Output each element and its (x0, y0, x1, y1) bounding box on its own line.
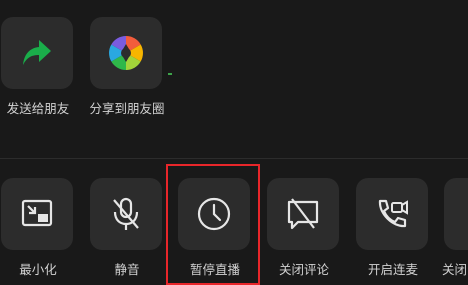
share-to-moments-tile[interactable] (90, 17, 162, 89)
enable-co-host-label: 开启连麦 (367, 262, 418, 277)
close-comments-tile[interactable] (267, 178, 339, 250)
phone-video-icon (378, 199, 408, 228)
partial-icon (461, 195, 468, 233)
comment-off-icon (287, 198, 319, 230)
share-to-moments-label: 分享到朋友圈 (89, 101, 165, 116)
enable-co-host-option[interactable]: 开启连麦 (355, 178, 445, 285)
send-to-friend-tile[interactable] (1, 17, 73, 89)
live-share-panel: 发送给朋友 分享到朋友圈 最小化 静音 暂停直播 关闭评论 开启连麦 关闭 (0, 0, 468, 285)
minimize-window-icon (21, 199, 53, 227)
partial-label: 关闭 (442, 262, 468, 277)
moments-aperture-icon (109, 36, 143, 70)
forward-arrow-icon (23, 40, 51, 65)
highlight-frame (166, 164, 260, 285)
indicator-mark (168, 73, 172, 75)
minimize-tile[interactable] (1, 178, 73, 250)
enable-co-host-tile[interactable] (356, 178, 428, 250)
share-to-moments-option[interactable]: 分享到朋友圈 (89, 17, 179, 127)
section-divider (0, 158, 468, 159)
mute-tile[interactable] (90, 178, 162, 250)
partial-option[interactable]: 关闭 (442, 178, 468, 285)
partial-tile[interactable] (444, 178, 468, 250)
mic-muted-icon (113, 197, 139, 230)
